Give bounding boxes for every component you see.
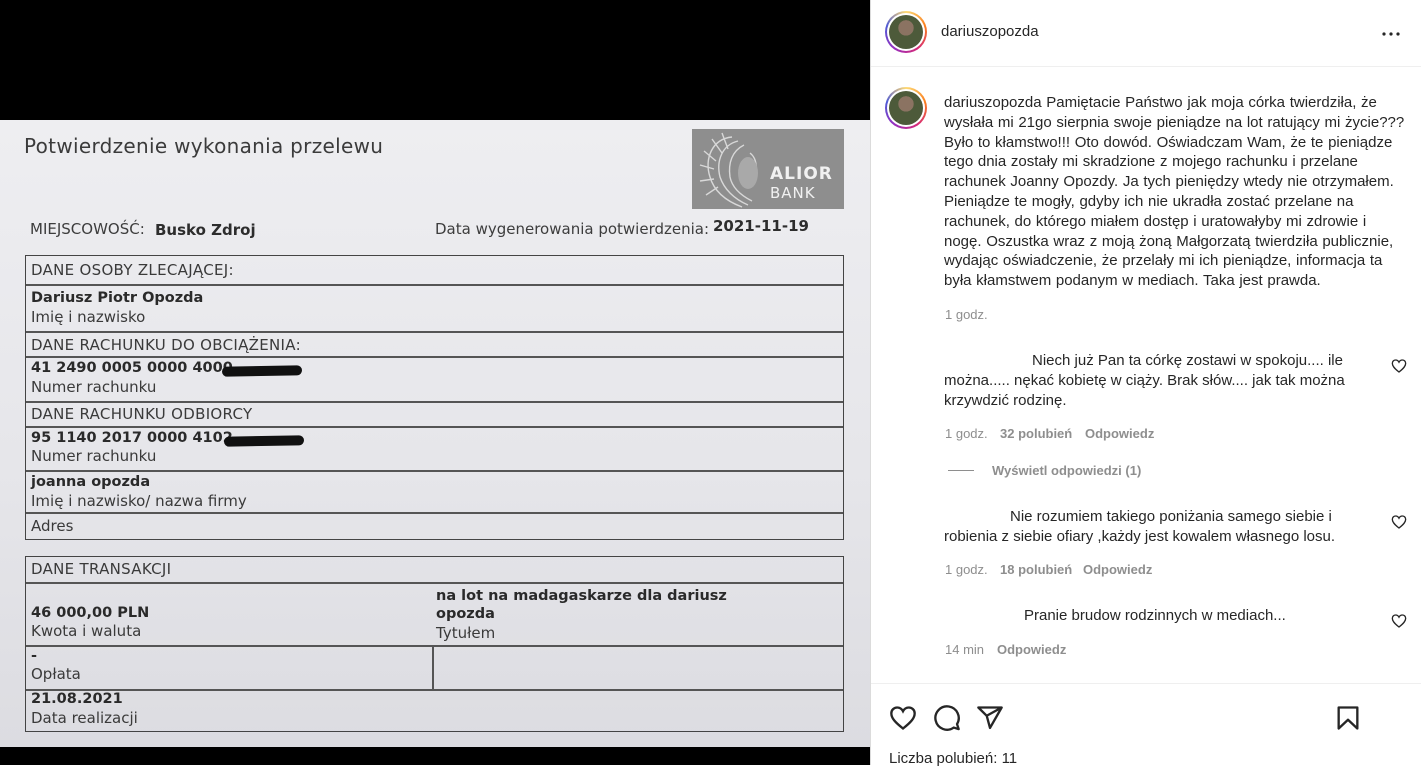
comment-like-heart-icon[interactable]: [1391, 358, 1407, 374]
comment-text: Pranie brudow rodzinnych w mediach...: [1024, 607, 1286, 624]
share-icon[interactable]: [976, 704, 1004, 732]
redaction-mark: [223, 435, 305, 447]
comment-likes[interactable]: 32 polubień: [1000, 426, 1072, 441]
payer-name-label: Imię i nazwisko: [31, 308, 146, 326]
generated-date-label: Data wygenerowania potwierdzenia:: [435, 220, 710, 238]
execution-date-label: Data realizacji: [31, 709, 138, 727]
document-title: Potwierdzenie wykonania przelewu: [24, 134, 384, 158]
reply-button[interactable]: Odpowiedz: [1085, 426, 1154, 441]
transaction-table: DANE TRANSAKCJI 46 000,00 PLN Kwota i wa…: [25, 556, 844, 732]
bank-logo-line1: ALIOR: [770, 164, 833, 184]
heart-icon[interactable]: [889, 704, 917, 732]
comment-like-heart-icon[interactable]: [1391, 514, 1407, 530]
bank-confirmation-document: Potwierdzenie wykonania przelewu ALIOR B…: [0, 120, 870, 747]
fee-value: -: [31, 648, 38, 664]
payer-section-heading: DANE OSOBY ZLECAJĄCEJ:: [31, 261, 234, 279]
post-caption: dariuszopozda Pamiętacie Państwo jak moj…: [944, 93, 1406, 291]
bookmark-icon[interactable]: [1334, 704, 1362, 732]
recipient-name-label: Imię i nazwisko/ nazwa firmy: [31, 492, 247, 510]
recipient-account-heading: DANE RACHUNKU ODBIORCY: [31, 405, 253, 423]
debit-account-number: 41 2490 0005 0000 4000: [31, 360, 233, 376]
bank-logo-line2: BANK: [770, 184, 816, 202]
comment-icon[interactable]: [933, 704, 961, 732]
transaction-amount-label: Kwota i waluta: [31, 622, 142, 640]
likes-count[interactable]: Liczba polubień: 11: [889, 750, 1017, 767]
comment-time: 14 min: [945, 642, 985, 657]
bank-logo: ALIOR BANK: [692, 129, 844, 209]
city-value: Busko Zdroj: [155, 221, 256, 239]
transaction-title-line1: na lot na madagaskarze dla dariusz: [436, 588, 727, 604]
comment-time: 1 godz.: [945, 426, 988, 441]
reply-button[interactable]: Odpowiedz: [997, 642, 1066, 657]
comment-text: Niech już Pan ta córkę zostawi w spokoju…: [944, 352, 1345, 409]
comment-text: Nie rozumiem takiego poniżania samego si…: [944, 508, 1336, 545]
details-table: DANE OSOBY ZLECAJĄCEJ: Dariusz Piotr Opo…: [25, 255, 844, 540]
caption-username[interactable]: dariuszopozda: [944, 94, 1042, 111]
reply-button[interactable]: Odpowiedz: [1083, 562, 1152, 577]
transaction-section-heading: DANE TRANSAKCJI: [31, 560, 172, 578]
caption-time: 1 godz.: [945, 307, 988, 322]
caption-text: Pamiętacie Państwo jak moja córka twierd…: [944, 94, 1405, 290]
redaction-mark: [221, 365, 303, 377]
recipient-account-number: 95 1140 2017 0000 4102: [31, 430, 233, 446]
view-replies-button[interactable]: Wyświetl odpowiedzi (1): [948, 463, 1141, 478]
transaction-title-label: Tytułem: [436, 624, 496, 642]
debit-section-heading: DANE RACHUNKU DO OBCIĄŻENIA:: [31, 336, 301, 354]
fee-label: Opłata: [31, 665, 81, 683]
more-icon[interactable]: [1379, 22, 1403, 46]
payer-name: Dariusz Piotr Opozda: [31, 290, 204, 306]
debit-account-label: Numer rachunku: [31, 378, 157, 396]
comment-likes[interactable]: 18 polubień: [1000, 562, 1072, 577]
execution-date: 21.08.2021: [31, 691, 123, 707]
recipient-account-label: Numer rachunku: [31, 447, 157, 465]
comment-like-heart-icon[interactable]: [1391, 613, 1407, 629]
header-username[interactable]: dariuszopozda: [941, 23, 1039, 40]
comment-time: 1 godz.: [945, 562, 988, 577]
recipient-name: joanna opozda: [31, 474, 151, 490]
transaction-amount: 46 000,00 PLN: [31, 605, 150, 621]
post-photo: Potwierdzenie wykonania przelewu ALIOR B…: [0, 0, 870, 765]
avatar[interactable]: [885, 11, 927, 53]
generated-date-value: 2021-11-19: [713, 217, 809, 235]
address-label: Adres: [31, 517, 74, 535]
transaction-title-line2: opozda: [436, 606, 495, 622]
city-label: MIEJSCOWOŚĆ:: [30, 220, 145, 238]
caption-avatar[interactable]: [885, 87, 927, 129]
comments-panel: dariuszopozda dariuszopozda Pamiętacie P…: [870, 0, 1421, 767]
